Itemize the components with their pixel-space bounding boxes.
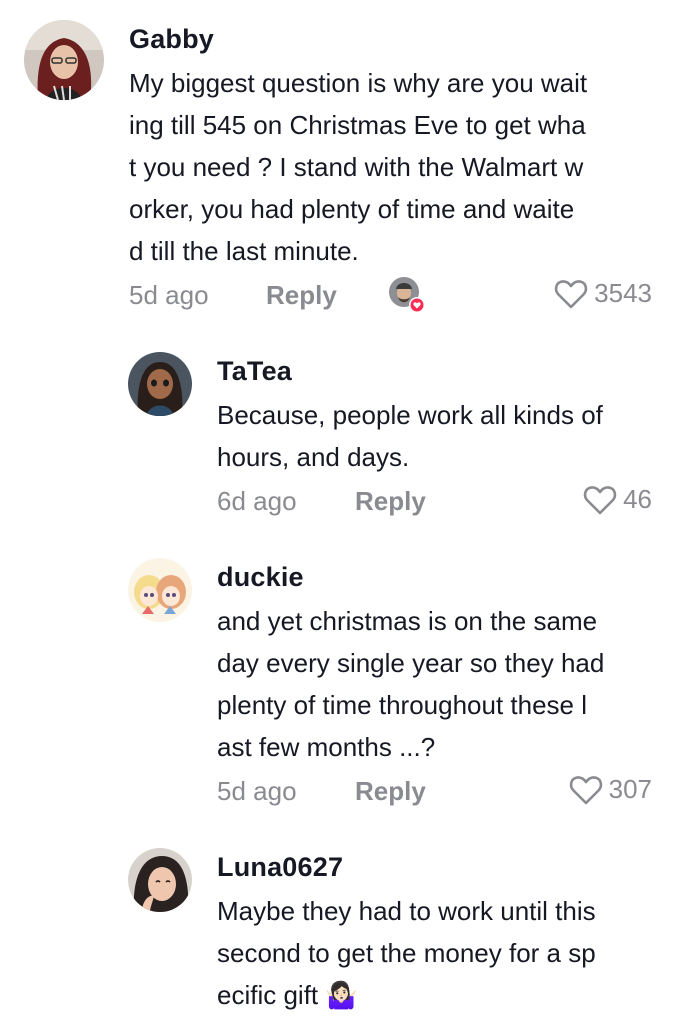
comment-timestamp: 5d ago — [217, 776, 297, 806]
reply-button[interactable]: Reply — [355, 776, 426, 807]
avatar[interactable] — [128, 848, 192, 912]
like-count: 307 — [608, 774, 652, 804]
avatar[interactable] — [24, 20, 104, 100]
like-button[interactable]: 307 — [569, 774, 652, 805]
reply-button[interactable]: Reply — [355, 486, 426, 517]
heart-icon — [569, 775, 602, 804]
comment-username[interactable]: TaTea — [217, 356, 292, 387]
like-button[interactable]: 46 — [583, 484, 652, 515]
like-count: 46 — [623, 484, 652, 514]
like-count: 3543 — [594, 278, 652, 308]
avatar[interactable] — [128, 352, 192, 416]
comment-text: Maybe they had to work until this second… — [217, 896, 596, 1010]
avatar[interactable] — [128, 558, 192, 622]
comment-username[interactable]: duckie — [217, 562, 304, 593]
like-button[interactable]: 3543 — [554, 278, 652, 309]
comment-text: My biggest question is why are you wait … — [129, 68, 588, 266]
comment-text: Because, people work all kinds of hours,… — [217, 400, 603, 472]
comment-timestamp: 5d ago — [129, 280, 209, 310]
comment-text: and yet christmas is on the same day eve… — [217, 606, 605, 762]
comment-timestamp: 6d ago — [217, 486, 297, 516]
comment-meta: 5d ago Reply 3543 — [129, 276, 652, 316]
comment-meta: 6d ago Reply 46 — [217, 482, 652, 522]
comment-username[interactable]: Gabby — [129, 24, 214, 55]
heart-icon — [554, 279, 588, 308]
heart-icon — [583, 485, 617, 514]
reply-button[interactable]: Reply — [266, 280, 337, 311]
comment-meta: 5d ago Reply 307 — [217, 772, 652, 812]
creator-liked-badge — [388, 276, 425, 313]
comment-username[interactable]: Luna0627 — [217, 852, 343, 883]
